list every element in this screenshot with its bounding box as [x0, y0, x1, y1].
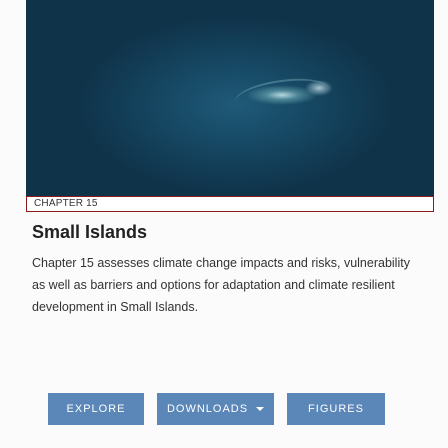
chapter-label: CHAPTER 15	[34, 198, 98, 209]
island-reef-shape	[232, 73, 332, 119]
figures-button-label: FIGURES	[308, 403, 364, 415]
hero-image-aerial-island	[26, 0, 434, 196]
explore-button-label: EXPLORE	[66, 403, 126, 415]
explore-button[interactable]: EXPLORE	[48, 393, 144, 425]
chapter-card: CHAPTER 15 Small Islands Chapter 15 asse…	[0, 0, 448, 448]
chapter-title: Small Islands	[32, 222, 148, 242]
figures-button[interactable]: FIGURES	[287, 393, 385, 425]
downloads-dropdown-button[interactable]: DOWNLOADS	[157, 393, 274, 425]
downloads-button-label: DOWNLOADS	[166, 403, 249, 415]
caret-down-icon	[256, 407, 265, 411]
chapter-bar: CHAPTER 15	[26, 196, 434, 212]
chapter-description: Chapter 15 assesses climate change impac…	[32, 256, 410, 314]
